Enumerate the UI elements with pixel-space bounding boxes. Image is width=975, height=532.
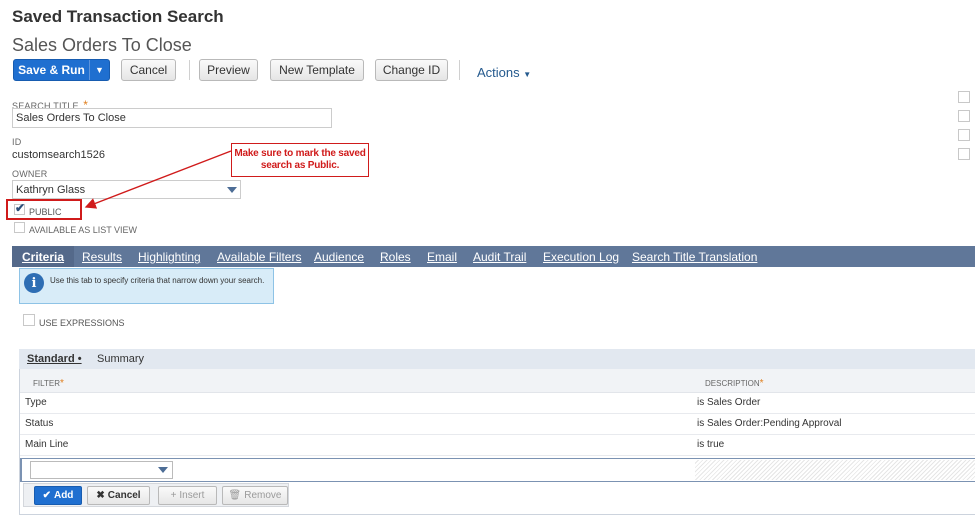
new-criteria-row[interactable] [20,458,975,482]
insert-button[interactable]: + Insert [158,486,217,505]
add-label: Add [53,490,74,501]
insert-label: Insert [179,490,205,501]
tab-results[interactable]: Results [82,250,122,264]
criteria-subtab-bar: Standard • Summary [19,349,975,369]
tab-email[interactable]: Email [427,250,457,264]
grid-header: FILTER* DESCRIPTION* [20,369,975,393]
description-cell: is Sales Order [697,397,761,408]
tab-available-filters[interactable]: Available Filters [217,250,301,264]
row-cancel-label: Cancel [107,490,141,501]
remove-label: Remove [244,490,282,501]
tab-search-title-translation[interactable]: Search Title Translation [632,250,757,264]
row-cancel-button[interactable]: ✖ Cancel [87,486,150,505]
table-row[interactable]: Status is Sales Order:Pending Approval [20,414,975,435]
chevron-down-icon[interactable] [158,467,168,473]
use-expressions-checkbox[interactable] [23,314,35,326]
tab-execution-log[interactable]: Execution Log [543,250,619,264]
info-box: i Use this tab to specify criteria that … [19,268,274,304]
plus-icon: + [170,490,177,501]
info-text: Use this tab to specify criteria that na… [50,276,265,285]
close-icon: ✖ [96,490,105,501]
description-disabled-cell [695,460,975,480]
subtab-summary[interactable]: Summary [97,353,144,365]
check-icon: ✔ [42,490,51,501]
add-button[interactable]: ✔ Add [34,486,82,505]
filter-select[interactable] [30,461,173,479]
table-row[interactable]: Type is Sales Order [20,393,975,414]
column-header-description: DESCRIPTION* [705,378,764,389]
tab-criteria[interactable]: Criteria [22,250,64,264]
tab-audit-trail[interactable]: Audit Trail [473,250,526,264]
row-button-bar: ✔ Add ✖ Cancel + Insert 🗑 Remove [23,483,289,507]
use-expressions-label: USE EXPRESSIONS [39,318,125,328]
tab-highlighting[interactable]: Highlighting [138,250,201,264]
tab-roles[interactable]: Roles [380,250,411,264]
remove-button[interactable]: 🗑 Remove [222,486,288,505]
column-header-filter: FILTER* [33,378,64,389]
trash-icon: 🗑 [228,490,242,501]
filter-cell: Type [25,397,47,408]
subtab-standard[interactable]: Standard • [27,353,82,365]
tab-audience[interactable]: Audience [314,250,364,264]
info-icon: i [24,273,44,293]
description-cell: is Sales Order:Pending Approval [697,418,842,429]
filter-cell: Main Line [25,439,69,450]
table-row[interactable]: Main Line is true [20,435,975,456]
description-cell: is true [697,439,725,450]
filter-cell: Status [25,418,54,429]
